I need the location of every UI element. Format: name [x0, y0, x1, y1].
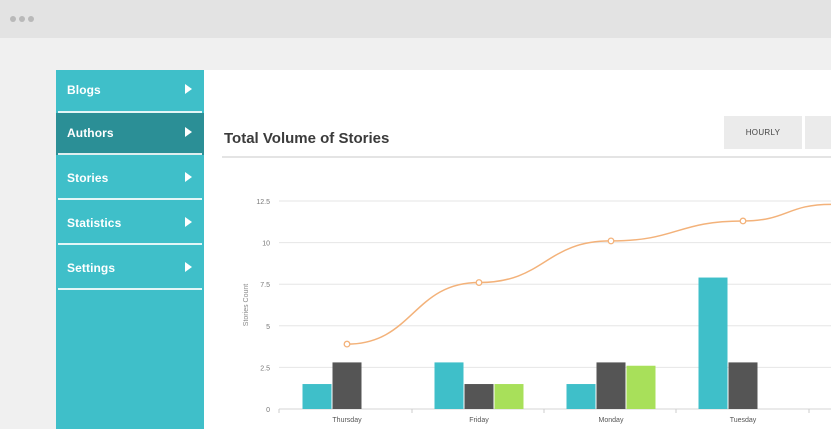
bar: [302, 384, 332, 409]
bar: [626, 365, 656, 409]
sidebar-item-label: Stories: [67, 171, 109, 185]
sidebar-item-label: Statistics: [67, 216, 122, 230]
chevron-right-icon: [185, 127, 192, 137]
line-point: [607, 237, 615, 245]
x-tick-label: Friday: [469, 417, 489, 424]
bar: [728, 362, 758, 409]
sidebar-item-label: Blogs: [67, 83, 101, 97]
chevron-right-icon: [185, 84, 192, 94]
y-tick-label: 12.5: [256, 199, 270, 206]
chevron-right-icon: [185, 217, 192, 227]
window-titlebar: [0, 0, 831, 38]
line-point: [343, 340, 351, 348]
line-point: [475, 279, 483, 286]
sidebar-divider: [58, 198, 202, 200]
y-tick-label: 7.5: [260, 282, 270, 289]
bar: [698, 277, 728, 409]
sidebar-item-settings[interactable]: Settings: [56, 248, 204, 290]
trend-line: [346, 203, 831, 345]
y-tick-label: 0: [266, 407, 270, 414]
sidebar-divider: [58, 243, 202, 245]
app-panel: Blogs Authors Stories Statistics Setting…: [56, 70, 831, 429]
window-control-dot[interactable]: [10, 16, 16, 22]
sidebar-item-stories[interactable]: Stories: [56, 158, 204, 200]
chevron-right-icon: [185, 262, 192, 272]
browser-window: Blogs Authors Stories Statistics Setting…: [0, 0, 831, 429]
window-control-dot[interactable]: [28, 16, 34, 22]
main-content: Total Volume of Stories HOURLY 12.5 10 7.5…: [204, 70, 831, 429]
bar: [566, 384, 596, 409]
x-tick-label: Thursday: [332, 417, 362, 424]
bar: [332, 362, 362, 409]
sidebar-divider: [58, 153, 202, 155]
y-tick-label: 2.5: [260, 365, 270, 372]
bar: [596, 362, 626, 409]
bar: [464, 384, 494, 409]
y-axis-title: Stories Count: [243, 284, 250, 326]
bar: [434, 362, 464, 409]
sidebar-divider: [58, 288, 202, 290]
chevron-right-icon: [185, 172, 192, 182]
sidebar-item-label: Settings: [67, 261, 116, 275]
sidebar-item-authors[interactable]: Authors: [56, 113, 204, 155]
x-tick-label: Tuesday: [730, 417, 757, 424]
sidebar-item-blogs[interactable]: Blogs: [56, 70, 204, 112]
bar: [494, 384, 524, 409]
line-point: [739, 217, 747, 225]
sidebar-item-label: Authors: [67, 126, 114, 140]
y-tick-label: 10: [262, 241, 270, 248]
sidebar-item-statistics[interactable]: Statistics: [56, 203, 204, 245]
stories-chart: 12.5 10 7.5 5 2.5 0 Stories Count Thursday Frida…: [243, 199, 831, 424]
sidebar: Blogs Authors Stories Statistics Setting…: [56, 70, 204, 429]
x-tick-label: Monday: [599, 417, 624, 424]
y-tick-label: 5: [266, 324, 270, 331]
window-control-dot[interactable]: [19, 16, 25, 22]
